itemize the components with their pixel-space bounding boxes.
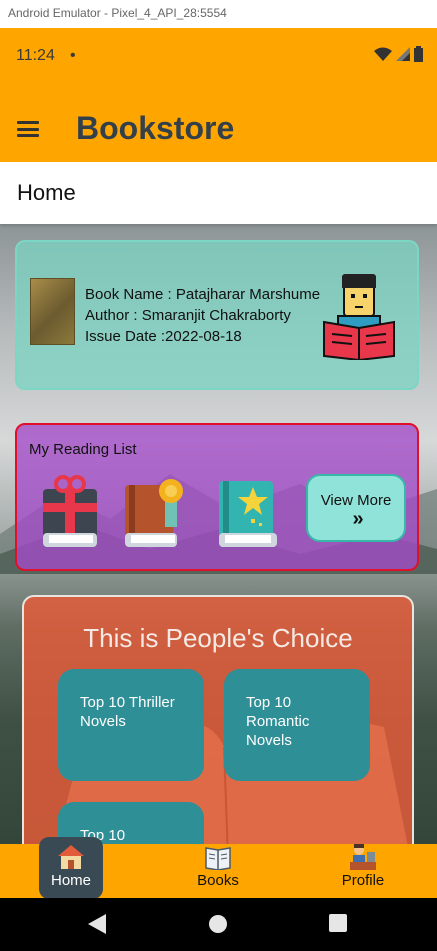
notification-dot: • <box>70 47 76 64</box>
book-author: Author : Smaranjit Chakraborty <box>85 307 291 324</box>
system-navigation-bar <box>0 898 437 951</box>
nav-books-label: Books <box>197 872 239 889</box>
nav-home-label: Home <box>50 872 91 889</box>
emulator-window-title: Android Emulator - Pixel_4_API_28:5554 <box>0 0 437 28</box>
back-icon[interactable] <box>88 914 106 934</box>
book-info: Book Name : Patajharar Marshume Author :… <box>85 284 320 347</box>
featured-book-card[interactable]: Book Name : Patajharar Marshume Author :… <box>15 240 419 390</box>
bottom-navigation: Home Books Profile <box>0 837 437 899</box>
star-book-icon[interactable] <box>215 475 277 555</box>
home-content[interactable]: Book Name : Patajharar Marshume Author :… <box>0 224 437 844</box>
status-icons <box>374 46 423 62</box>
peoples-choice-title: This is People's Choice <box>83 623 353 653</box>
wifi-icon <box>374 47 392 61</box>
app-title: Bookstore <box>76 110 235 146</box>
view-more-label: View More <box>320 492 392 509</box>
status-bar: 11:24 • <box>0 28 437 84</box>
menu-icon[interactable] <box>17 121 39 137</box>
app-bar: Bookstore <box>0 84 437 162</box>
battery-icon <box>414 46 423 62</box>
peoples-choice-card: This is People's Choice Top 10 Thriller … <box>22 595 414 844</box>
nav-profile-label: Profile <box>341 872 385 889</box>
book-icon <box>205 847 231 870</box>
home-circle-icon[interactable] <box>208 914 228 934</box>
recents-icon[interactable] <box>329 914 347 932</box>
nav-books[interactable]: Books <box>173 844 263 898</box>
page-header: Home <box>0 162 437 224</box>
nav-home[interactable]: Home <box>26 844 116 898</box>
tile-top-10-romantic[interactable]: Top 10 Romantic Novels <box>224 669 370 781</box>
person-desk-icon <box>350 844 376 870</box>
double-chevron-right-icon: » <box>352 508 363 530</box>
house-icon <box>58 845 84 869</box>
signal-icon <box>396 47 410 61</box>
book-cover-image <box>30 278 75 345</box>
reading-list-card[interactable]: My Reading List View More » <box>15 423 419 571</box>
book-issue-date: Issue Date :2022-08-18 <box>85 328 242 345</box>
view-more-button[interactable]: View More » <box>306 474 406 542</box>
nav-profile[interactable]: Profile <box>318 844 408 898</box>
status-time: 11:24 <box>16 47 55 64</box>
reading-list-title: My Reading List <box>29 441 137 458</box>
award-book-icon[interactable] <box>121 475 183 555</box>
page-title: Home <box>17 180 76 205</box>
gift-book-icon[interactable] <box>39 475 101 555</box>
tile-top-10-thriller[interactable]: Top 10 Thriller Novels <box>58 669 204 781</box>
book-name: Book Name : Patajharar Marshume <box>85 286 321 303</box>
reader-illustration-icon <box>323 274 395 360</box>
